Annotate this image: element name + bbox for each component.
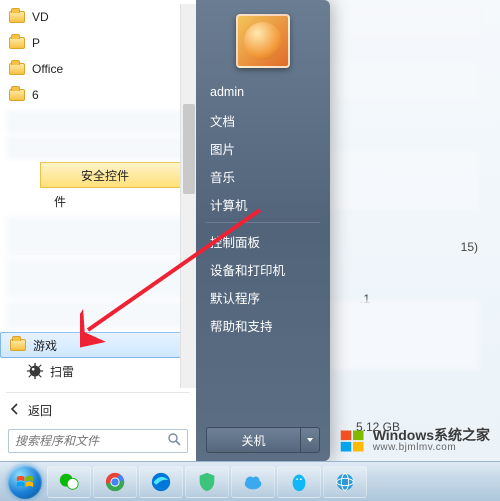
search-input[interactable] [15,434,163,448]
edge-icon [150,471,172,493]
redaction [320,300,480,370]
chrome-icon [104,471,126,493]
minesweeper-icon [26,362,44,380]
program-label: 6 [32,88,39,102]
globe-icon [334,471,356,493]
program-folder-games[interactable]: 游戏 [0,332,196,358]
avatar-container [196,8,330,78]
program-folder[interactable]: P [0,30,196,56]
shutdown-button[interactable]: 关机 [206,427,300,453]
program-label: Office [32,62,63,76]
cloud-icon [242,471,264,493]
program-label: 游戏 [33,337,57,354]
taskbar-edge[interactable] [139,466,183,498]
redaction [320,60,480,100]
wechat-icon [58,471,80,493]
folder-icon [8,34,26,52]
taskbar-wechat[interactable] [47,466,91,498]
folder-icon [8,86,26,104]
program-item-minesweeper[interactable]: 扫雷 [0,358,196,384]
back-arrow-icon [8,402,22,419]
folder-icon [8,60,26,78]
program-label: VD [32,10,49,24]
user-name-link[interactable]: admin [196,78,330,106]
redaction [6,110,190,134]
windows-flag-icon [15,472,35,492]
redaction [320,10,480,36]
separator [206,222,320,223]
start-button[interactable] [8,465,42,499]
watermark-url: www.bjmlmv.com [373,443,490,454]
redaction [6,258,190,298]
redaction [6,300,190,330]
programs-panel: VD P Office 6 安全控件 件 [0,0,196,461]
scrollbar[interactable] [180,4,196,388]
bg-text-15: 15) [461,240,478,254]
pictures-link[interactable]: 图片 [196,134,330,162]
shutdown-row: 关机 [196,427,330,453]
shield-icon [196,471,218,493]
help-support-link[interactable]: 帮助和支持 [196,311,330,339]
program-label: 件 [54,193,66,210]
taskbar-cloud[interactable] [231,466,275,498]
windows-logo-icon [339,427,367,455]
program-folder[interactable]: 6 [0,82,196,108]
back-button[interactable]: 返回 [0,397,196,423]
program-folder[interactable]: VD [0,4,196,30]
divider [6,392,190,393]
user-panel: admin 文档 图片 音乐 计算机 控制面板 设备和打印机 默认程序 帮助和支… [196,0,330,461]
taskbar-security[interactable] [185,466,229,498]
taskbar-qq[interactable] [277,466,321,498]
devices-printers-link[interactable]: 设备和打印机 [196,255,330,283]
taskbar-browser[interactable] [323,466,367,498]
scrollbar-thumb[interactable] [183,104,195,194]
taskbar-chrome[interactable] [93,466,137,498]
folder-icon [8,8,26,26]
redaction [6,216,190,256]
search-icon [167,432,181,451]
user-avatar[interactable] [236,14,290,68]
watermark-title: Windows系统之家 [373,428,490,443]
watermark: Windows系统之家 www.bjmlmv.com [335,425,494,457]
music-link[interactable]: 音乐 [196,162,330,190]
qq-icon [288,471,310,493]
search-box[interactable] [8,429,188,453]
redaction [320,150,480,210]
back-label: 返回 [28,402,52,419]
default-programs-link[interactable]: 默认程序 [196,283,330,311]
shutdown-options-button[interactable] [300,427,320,453]
documents-link[interactable]: 文档 [196,106,330,134]
program-item-games-explorer[interactable]: 游戏资源管理器 [0,384,196,388]
program-label: 安全控件 [81,167,129,184]
programs-list[interactable]: VD P Office 6 安全控件 件 [0,4,196,388]
program-item-highlight[interactable]: 安全控件 [40,162,182,188]
program-folder[interactable]: Office [0,56,196,82]
folder-icon [9,336,27,354]
program-item[interactable]: 件 [0,188,196,214]
taskbar [0,461,500,501]
program-label: P [32,36,40,50]
start-menu: VD P Office 6 安全控件 件 [0,0,330,461]
redaction [6,136,190,160]
program-label: 扫雷 [50,363,74,380]
computer-link[interactable]: 计算机 [196,190,330,218]
control-panel-link[interactable]: 控制面板 [196,227,330,255]
